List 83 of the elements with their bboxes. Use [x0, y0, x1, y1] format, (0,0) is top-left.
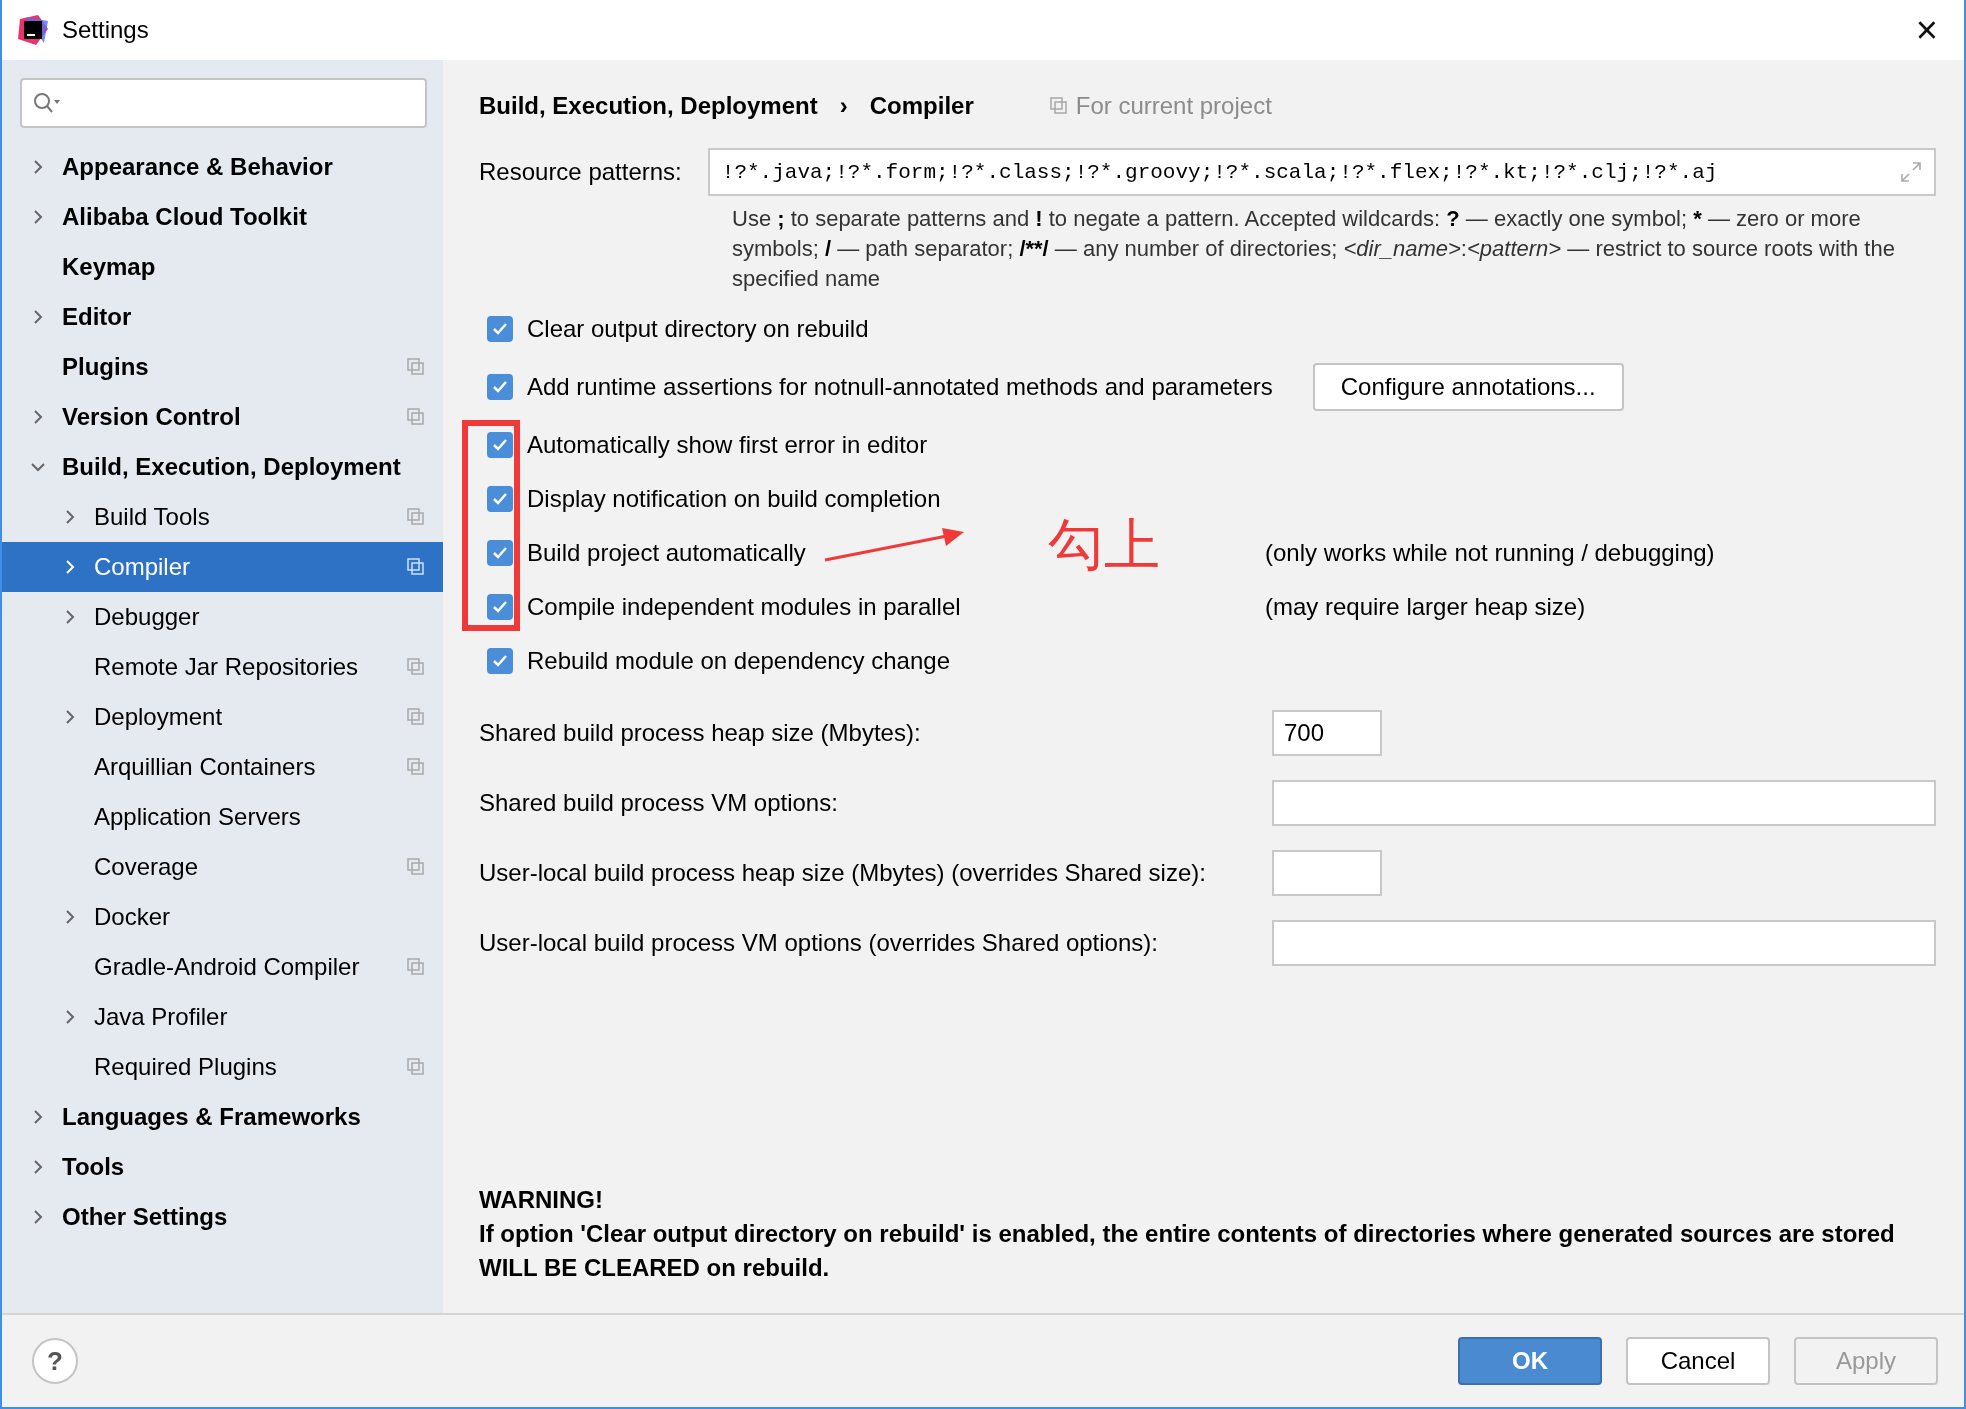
checkmark-icon: [492, 380, 508, 394]
copy-icon: [407, 658, 425, 676]
search-field[interactable]: [20, 78, 427, 128]
tree-item[interactable]: Gradle-Android Compiler: [2, 942, 443, 992]
tree-item[interactable]: Plugins: [2, 342, 443, 392]
annotation-text: 勾上: [1048, 511, 1160, 579]
checkmark-icon: [492, 322, 508, 336]
search-icon: [32, 91, 62, 115]
tree-item[interactable]: Deployment: [2, 692, 443, 742]
input-field[interactable]: [1272, 850, 1382, 896]
tree-item[interactable]: Appearance & Behavior: [2, 142, 443, 192]
copy-icon: [407, 758, 425, 776]
breadcrumb-item[interactable]: Build, Execution, Deployment: [479, 92, 818, 120]
input-field[interactable]: 700: [1272, 710, 1382, 756]
tree-item[interactable]: Java Profiler: [2, 992, 443, 1042]
checkbox[interactable]: [487, 316, 513, 342]
input-field[interactable]: [1272, 780, 1936, 826]
tree-item[interactable]: Tools: [2, 1142, 443, 1192]
copy-icon: [407, 858, 425, 876]
checkmark-icon: [492, 438, 508, 452]
tree-item[interactable]: Other Settings: [2, 1192, 443, 1242]
checkmark-icon: [492, 600, 508, 614]
option-note: (may require larger heap size): [1265, 593, 1587, 621]
warning-title: WARNING!: [479, 1185, 604, 1215]
copy-icon: [407, 1058, 425, 1076]
tree-item[interactable]: Remote Jar Repositories: [2, 642, 443, 692]
checkbox-label[interactable]: Add runtime assertions for notnull-annotated methods and parameters: [527, 373, 1273, 401]
copy-icon: [407, 958, 425, 976]
checkbox-label[interactable]: Build project automatically: [527, 539, 806, 567]
tree-item[interactable]: Alibaba Cloud Toolkit: [2, 192, 443, 242]
checkbox[interactable]: [487, 486, 513, 512]
checkbox-label[interactable]: Display notification on build completion: [527, 485, 941, 513]
checkbox[interactable]: [487, 374, 513, 400]
checkbox-label[interactable]: Automatically show first error in editor: [527, 431, 928, 459]
tree-item[interactable]: Editor: [2, 292, 443, 342]
field-label: Shared build process VM options:: [479, 789, 839, 817]
input-field[interactable]: !?*.java;!?*.form;!?*.class;!?*.groovy;!?*.scala;!?*.flex;!?*.kt;!?*.clj;!?*.aj: [707, 148, 1936, 196]
checkmark-icon: [492, 492, 508, 506]
field-label: User-local build process heap size (Mbytes) (overrides Shared size):: [479, 859, 1207, 887]
checkmark-icon: [492, 654, 508, 668]
tree-item[interactable]: Compiler: [2, 542, 443, 592]
dialog-button[interactable]: Cancel: [1626, 1337, 1770, 1385]
checkbox[interactable]: [487, 594, 513, 620]
copy-icon: [407, 708, 425, 726]
tree-item[interactable]: Required Plugins: [2, 1042, 443, 1092]
tree-item[interactable]: Languages & Frameworks: [2, 1092, 443, 1142]
help-button[interactable]: ?: [32, 1338, 78, 1384]
tree-item[interactable]: Coverage: [2, 842, 443, 892]
checkbox[interactable]: [487, 432, 513, 458]
field-label: Resource patterns:: [479, 158, 682, 186]
copy-icon: [407, 558, 425, 576]
close-button[interactable]: ×: [1905, 11, 1948, 49]
tree-item[interactable]: Docker: [2, 892, 443, 942]
copy-icon: [407, 358, 425, 376]
tree-item[interactable]: Version Control: [2, 392, 443, 442]
breadcrumb-current: Compiler: [869, 92, 974, 120]
checkbox-label[interactable]: Clear output directory on rebuild: [527, 315, 869, 343]
field-label: User-local build process VM options (overrides Shared options):: [479, 929, 1159, 957]
breadcrumb-separator: ›: [839, 92, 848, 120]
checkmark-icon: [492, 546, 508, 560]
tree-item[interactable]: Build Tools: [2, 492, 443, 542]
tree-item[interactable]: Build, Execution, Deployment: [2, 442, 443, 492]
tree-item[interactable]: Debugger: [2, 592, 443, 642]
tree-item[interactable]: Arquillian Containers: [2, 742, 443, 792]
scope-label: For current project: [1075, 92, 1272, 120]
configure-button[interactable]: Configure annotations...: [1312, 363, 1624, 411]
copy-icon: [407, 508, 425, 526]
app-logo-icon: [18, 15, 48, 45]
dialog-button[interactable]: OK: [1458, 1337, 1602, 1385]
help-text: Use ; to separate patterns and ! to negate a pattern. Accepted wildcards: ? — exactly one symbol; * — zero or more symbols; / — path separator; /**/ — any number of directories; <dir_name>:<pattern> — restrict to source roots with the specified name: [732, 205, 1896, 293]
option-note: (only works while not running / debugging): [1265, 539, 1716, 567]
checkbox-label[interactable]: Rebuild module on dependency change: [527, 647, 950, 675]
warning-text: If option 'Clear output directory on rebuild' is enabled, the entire contents of directories where generated sources are stored WILL BE CLEARED on rebuild.: [479, 1219, 1896, 1283]
field-label: Shared build process heap size (Mbytes):: [479, 719, 922, 747]
checkbox[interactable]: [487, 540, 513, 566]
checkbox[interactable]: [487, 648, 513, 674]
input-field[interactable]: [1272, 920, 1936, 966]
copy-icon: [1049, 97, 1068, 115]
copy-icon: [407, 408, 425, 426]
tree-item[interactable]: Application Servers: [2, 792, 443, 842]
window-title: Settings: [62, 16, 150, 44]
checkbox-label[interactable]: Compile independent modules in parallel: [527, 593, 961, 621]
tree-item[interactable]: Keymap: [2, 242, 443, 292]
